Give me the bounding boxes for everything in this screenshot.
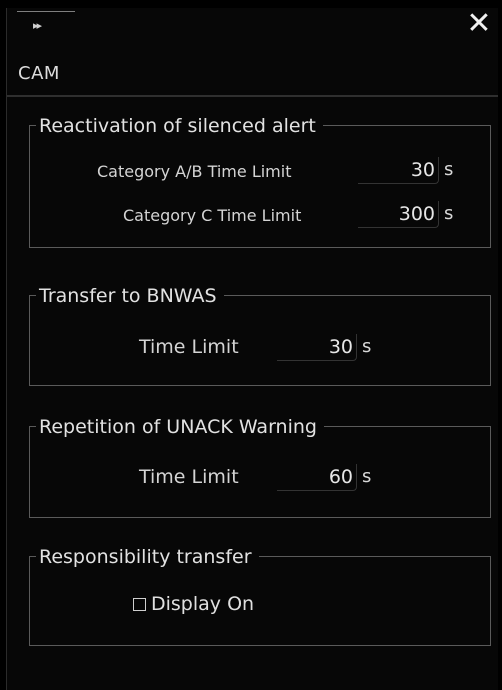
category-c-time-limit-label: Category C Time Limit [123,206,302,225]
category-c-time-limit-input[interactable]: 300 [358,201,439,228]
unack-time-limit-input[interactable]: 60 [277,464,357,491]
close-icon: ✕ [466,6,492,41]
group-title-unack: Repetition of UNACK Warning [36,414,324,440]
panel-top-bar: ▸▸ ✕ [7,8,498,46]
group-responsibility-transfer: Responsibility transfer Display On [29,544,491,646]
category-ab-time-limit-label: Category A/B Time Limit [97,162,292,181]
unack-time-limit-unit: s [362,466,372,487]
display-on-checkbox[interactable] [133,598,146,611]
group-reactivation-silenced-alert: Reactivation of silenced alert Category … [29,113,491,248]
unack-time-limit-label: Time Limit [139,466,239,488]
bnwas-time-limit-label: Time Limit [139,336,239,358]
group-title-bnwas: Transfer to BNWAS [36,283,224,309]
group-title-responsibility: Responsibility transfer [36,544,259,570]
group-transfer-to-bnwas: Transfer to BNWAS Time Limit 30 s [29,283,491,386]
bnwas-time-limit-input[interactable]: 30 [277,334,357,361]
double-chevron-right-icon: ▸▸ [33,19,42,32]
bnwas-time-limit-unit: s [362,336,372,357]
expand-panel-button[interactable]: ▸▸ [17,11,75,34]
group-title-reactivation: Reactivation of silenced alert [36,113,323,139]
category-ab-time-limit-input[interactable]: 30 [358,157,439,184]
group-repetition-unack-warning: Repetition of UNACK Warning Time Limit 6… [29,414,491,518]
category-ab-time-limit-unit: s [444,159,454,180]
cam-settings-panel: ▸▸ ✕ CAM Reactivation of silenced alert … [6,8,498,690]
close-button[interactable]: ✕ [464,8,494,42]
panel-title: CAM [18,63,60,84]
display-on-label[interactable]: Display On [151,591,254,617]
category-c-time-limit-unit: s [444,203,454,224]
title-divider [7,95,498,97]
